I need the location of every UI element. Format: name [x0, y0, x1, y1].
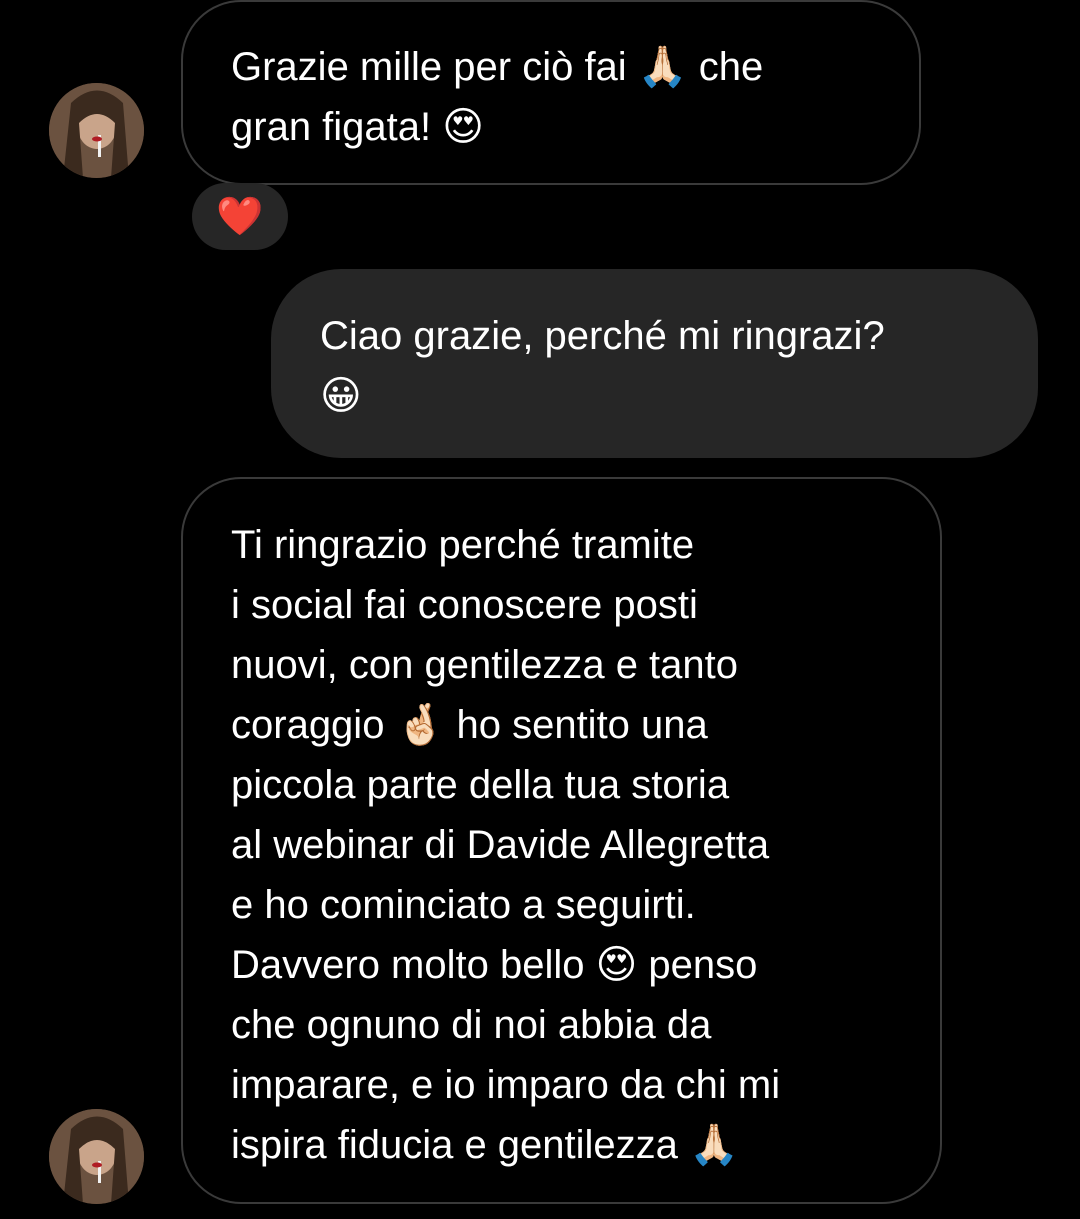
- message-text-line: Ciao grazie, perché mi ringrazi?: [320, 314, 885, 358]
- message-bubble-outgoing[interactable]: Ciao grazie, perché mi ringrazi? 😀: [271, 269, 1038, 458]
- contact-avatar[interactable]: [49, 1109, 144, 1204]
- message-text-line: Grazie mille per ciò fai 🙏🏻 che: [231, 45, 764, 89]
- message-text-line: Ti ringrazio perché tramite: [231, 523, 695, 567]
- message-text-line: ispira fiducia e gentilezza 🙏🏻: [231, 1123, 739, 1167]
- message-text-line: Davvero molto bello 😍 penso: [231, 943, 758, 987]
- message-text-line: piccola parte della tua storia: [231, 763, 730, 807]
- contact-avatar[interactable]: [49, 83, 144, 178]
- message-text-line: al webinar di Davide Allegretta: [231, 823, 770, 867]
- message-text-line: gran figata! 😍: [231, 105, 484, 149]
- reaction-heart[interactable]: ❤️: [192, 183, 288, 250]
- heart-icon: ❤️: [216, 194, 264, 238]
- message-text-line: che ognuno di noi abbia da: [231, 1003, 712, 1047]
- message-bubble-incoming[interactable]: Ti ringrazio perché tramite i social fai…: [181, 477, 942, 1204]
- message-text-line: imparare, e io imparo da chi mi: [231, 1063, 781, 1107]
- message-text-line: e ho cominciato a seguirti.: [231, 883, 696, 927]
- avatar-photo-icon: [49, 1109, 144, 1204]
- message-text-line: nuovi, con gentilezza e tanto: [231, 643, 739, 687]
- message-text-line: i social fai conoscere posti: [231, 583, 698, 627]
- avatar-photo-icon: [49, 83, 144, 178]
- message-bubble-incoming[interactable]: Grazie mille per ciò fai 🙏🏻 che gran fig…: [181, 0, 921, 185]
- message-text-line: 😀: [320, 374, 362, 418]
- message-text-line: coraggio 🤞🏻 ho sentito una: [231, 703, 708, 747]
